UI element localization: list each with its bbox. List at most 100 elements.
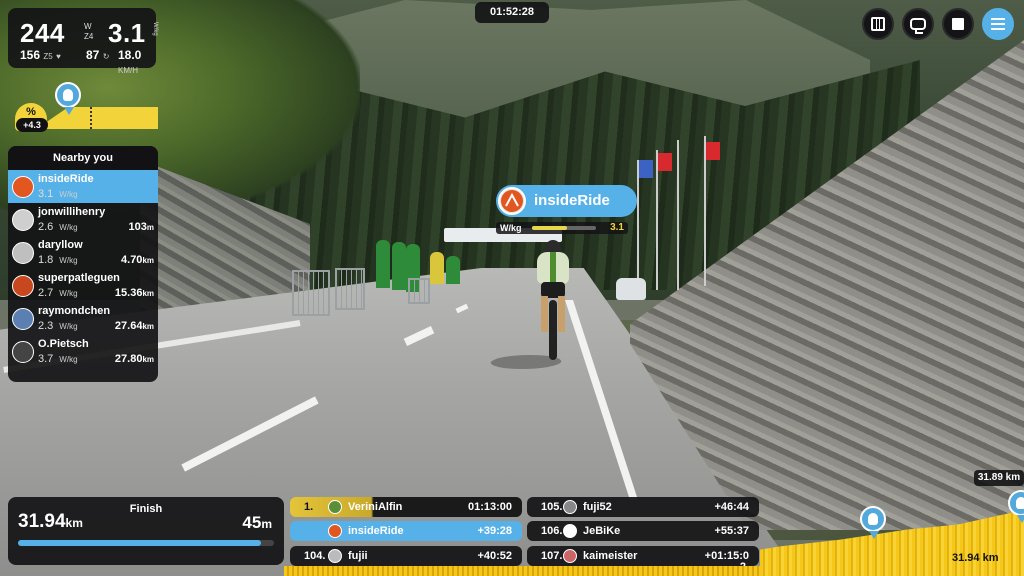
power-bar-track bbox=[532, 226, 596, 230]
leaderboard-name: VeriniAlfin bbox=[348, 501, 403, 513]
flag bbox=[706, 142, 720, 160]
nameplate-wkg: 3.1 bbox=[610, 222, 624, 233]
hr-value: 156 bbox=[20, 48, 41, 62]
leaderboard-name: JeBiKe bbox=[583, 525, 621, 537]
cadence-value: 87 bbox=[86, 48, 100, 62]
finish-elevation-unit: m bbox=[261, 517, 272, 531]
rider-wkg-unit: W/kg bbox=[59, 256, 78, 265]
rider-pin-icon bbox=[860, 506, 886, 539]
rider-distance-value: 15.36 bbox=[114, 287, 143, 299]
sponsor-banner bbox=[392, 242, 406, 290]
rider-position-pin-icon bbox=[55, 82, 81, 115]
power-value: 244 bbox=[20, 18, 65, 48]
power-unit: W bbox=[84, 22, 92, 31]
rider-leg bbox=[541, 296, 548, 332]
rider-nameplate[interactable]: insideRide bbox=[496, 185, 637, 217]
camera-switch-icon bbox=[910, 18, 926, 34]
flagpole bbox=[637, 160, 639, 290]
avatar-face-icon bbox=[868, 513, 878, 525]
leaderboard-gap: +39:28 bbox=[477, 525, 512, 537]
rider-wkg: 3.1 W/kg bbox=[38, 188, 78, 200]
rider-wkg: 3.7 W/kg bbox=[38, 353, 78, 365]
rider-distance: 27.64km bbox=[115, 320, 154, 332]
finish-elevation: 45m bbox=[242, 513, 272, 533]
rider-distance-value: 4.70 bbox=[121, 254, 143, 266]
finish-distance-unit: km bbox=[65, 516, 83, 530]
rider-wkg: 2.7 W/kg bbox=[38, 287, 78, 299]
rider-distance: 4.70km bbox=[121, 254, 154, 266]
finish-panel: Finish 31.94km 45m bbox=[8, 497, 284, 565]
power-zone: W Z4 bbox=[84, 22, 93, 42]
barrier-fence bbox=[408, 278, 430, 304]
nearby-row[interactable]: daryllow 1.8 W/kg 4.70km bbox=[8, 236, 158, 269]
stop-icon bbox=[952, 18, 964, 30]
nearby-row[interactable]: superpatleguen 2.7 W/kg 15.36km bbox=[8, 269, 158, 302]
nearby-row[interactable]: jonwillihenry 2.6 W/kg 103m bbox=[8, 203, 158, 236]
camera-button[interactable] bbox=[902, 8, 934, 40]
rider-wkg-unit: W/kg bbox=[59, 190, 78, 199]
bike-wheel bbox=[549, 300, 557, 360]
nameplate-name: insideRide bbox=[534, 192, 610, 209]
leaderboard-name: fuji52 bbox=[583, 501, 612, 513]
cadence-icon: ↻ bbox=[102, 52, 110, 61]
leaderboard-position: 1. bbox=[304, 501, 314, 513]
sponsor-banner bbox=[430, 252, 444, 284]
rider-wkg-value: 3.1 bbox=[38, 188, 54, 200]
rider-wkg-unit: W/kg bbox=[59, 322, 78, 331]
avatar-logo-icon bbox=[501, 190, 523, 212]
rider-name: daryllow bbox=[38, 239, 83, 251]
leaderboard-position: 107. bbox=[541, 550, 563, 562]
menu-button[interactable] bbox=[982, 8, 1014, 40]
leaderboard-row[interactable]: 106. JeBiKe +55:37 bbox=[527, 521, 759, 541]
speed-unit: KM/H bbox=[118, 66, 138, 75]
rider-wkg-value: 2.3 bbox=[38, 320, 54, 332]
avatar bbox=[12, 275, 34, 297]
rider-name: insideRide bbox=[38, 173, 94, 185]
avatar bbox=[328, 524, 342, 538]
rider-distance: 15.36km bbox=[115, 287, 154, 299]
wkg-unit: W/kg bbox=[152, 22, 158, 36]
rider-name: O.Pietsch bbox=[38, 338, 89, 350]
leaderboard-row[interactable]: insideRide +39:28 bbox=[290, 521, 522, 541]
elapsed-timer: 01:52:28 bbox=[475, 2, 549, 23]
leaderboard-row[interactable]: 104. fujii +40:52 bbox=[290, 546, 522, 566]
rider-distance: 27.80km bbox=[115, 353, 154, 365]
cadence: 87 ↻ bbox=[86, 48, 109, 62]
avatar bbox=[12, 242, 34, 264]
avatar-face-icon bbox=[63, 89, 73, 101]
sponsor-banner bbox=[376, 240, 390, 288]
nearby-row[interactable]: O.Pietsch 3.7 W/kg 27.80km bbox=[8, 335, 158, 368]
finish-elevation-value: 45 bbox=[242, 513, 262, 532]
profile-distance: 31.94 km bbox=[952, 552, 999, 564]
sponsor-banner bbox=[446, 256, 460, 284]
leaderboard-position: 105. bbox=[541, 501, 563, 513]
rider-distance: 103m bbox=[129, 221, 154, 233]
leaderboard-gap: +46:44 bbox=[714, 501, 749, 513]
avatar bbox=[12, 209, 34, 231]
rider-wkg-value: 1.8 bbox=[38, 254, 54, 266]
gradient-value: +4.3 bbox=[16, 118, 48, 132]
rider-distance-value: 103 bbox=[128, 221, 147, 233]
map-icon bbox=[871, 17, 885, 31]
nearby-list: insideRide 3.1 W/kg jonwillihenry 2.6 W/kg 103… bbox=[8, 170, 158, 368]
menu-icon bbox=[991, 18, 1005, 30]
nearby-row-self[interactable]: insideRide 3.1 W/kg bbox=[8, 170, 158, 203]
leaderboard-row[interactable]: 1. VeriniAlfin 01:13:00 bbox=[290, 497, 522, 517]
leaderboard-position: 106. bbox=[541, 525, 563, 537]
leaderboard-gap: 01:13:00 bbox=[467, 501, 512, 513]
rider-distance-unit: km bbox=[142, 355, 154, 364]
nameplate-unit: W/kg bbox=[500, 223, 522, 233]
wkg-value: 3.1 bbox=[108, 18, 146, 48]
rider-wkg-unit: W/kg bbox=[59, 223, 78, 232]
rider-distance-unit: m bbox=[146, 223, 154, 232]
nearby-title: Nearby you bbox=[8, 146, 158, 170]
leaderboard-row[interactable]: 105. fuji52 +46:44 bbox=[527, 497, 759, 517]
stop-button[interactable] bbox=[942, 8, 974, 40]
avatar-face-icon bbox=[1016, 497, 1024, 509]
map-button[interactable] bbox=[862, 8, 894, 40]
heart-icon: ♥ bbox=[56, 52, 61, 61]
rider-wkg: 2.6 W/kg bbox=[38, 221, 78, 233]
flag bbox=[639, 160, 653, 178]
rider-wkg: 1.8 W/kg bbox=[38, 254, 78, 266]
nearby-row[interactable]: raymondchen 2.3 W/kg 27.64km bbox=[8, 302, 158, 335]
